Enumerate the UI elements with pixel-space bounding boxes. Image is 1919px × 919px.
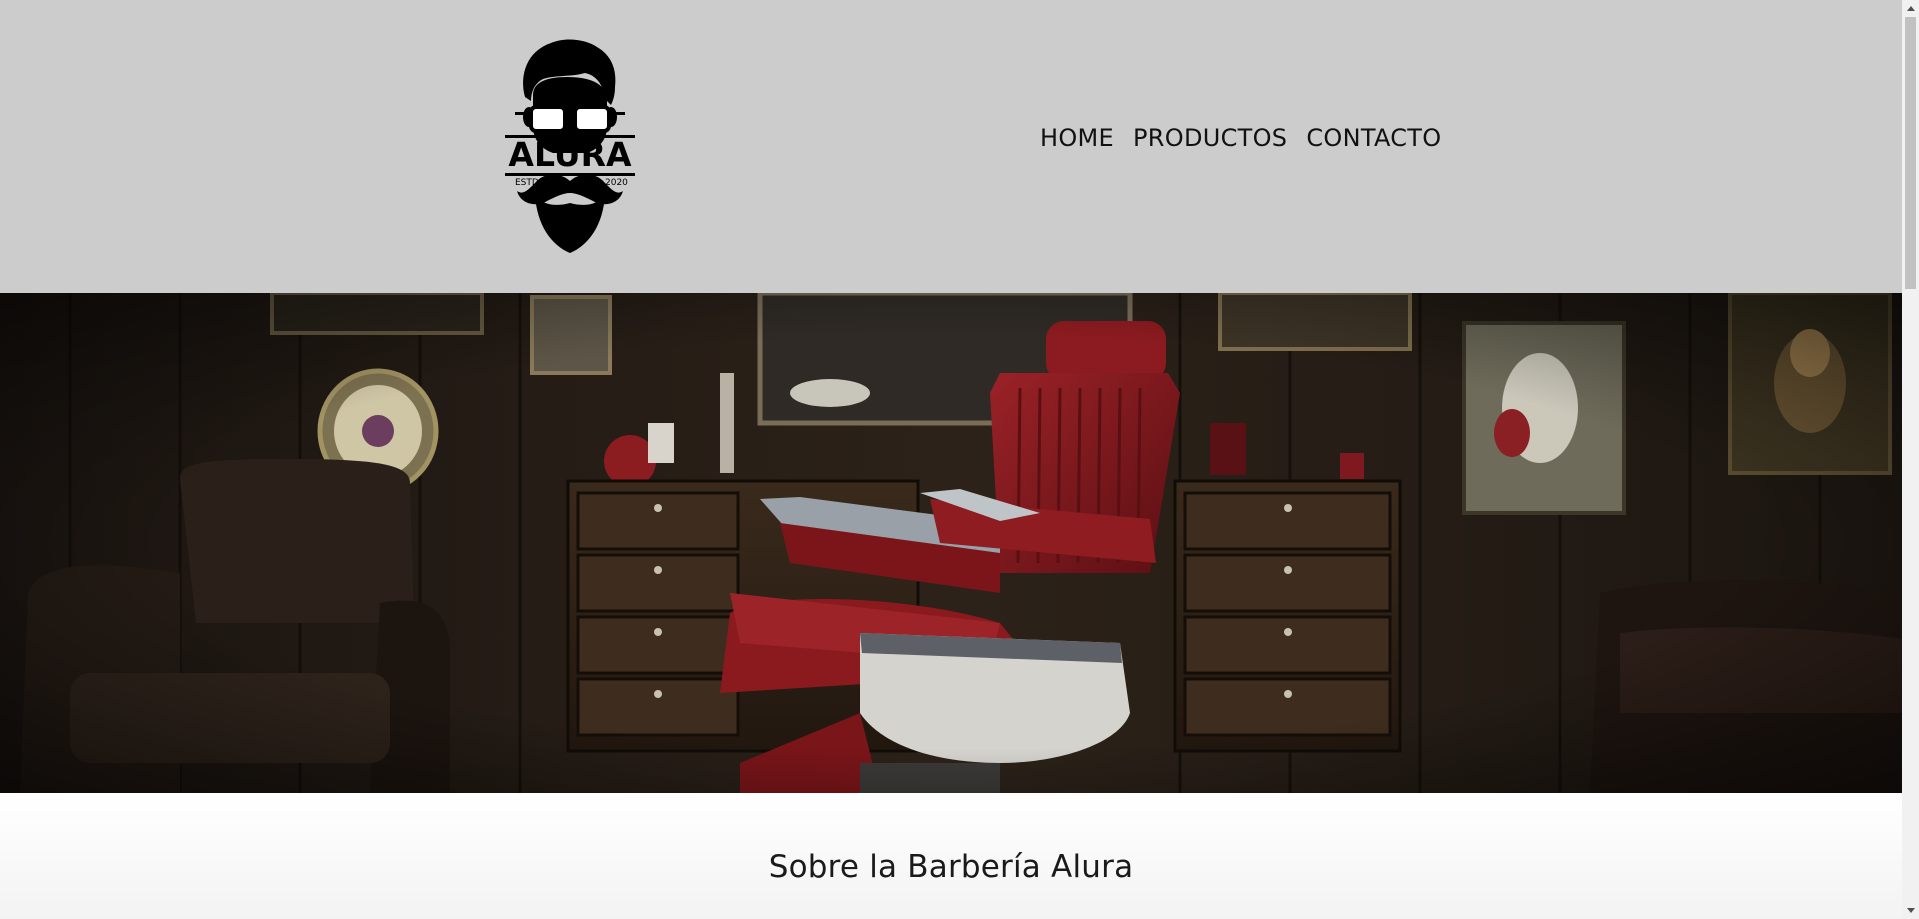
scrollbar-thumb[interactable] xyxy=(1905,17,1916,289)
about-section: Sobre la Barbería Alura xyxy=(0,793,1902,919)
nav-productos-link[interactable]: PRODUCTOS xyxy=(1133,124,1287,152)
nav-home-link[interactable]: HOME xyxy=(1040,124,1114,152)
alura-logo[interactable]: ALURA ESTD 2020 xyxy=(505,35,635,257)
scroll-down-arrow-icon[interactable] xyxy=(1902,902,1919,919)
scroll-up-arrow-icon[interactable] xyxy=(1902,0,1919,17)
about-title: Sobre la Barbería Alura xyxy=(768,849,1134,885)
logo-year: 2020 xyxy=(605,178,628,188)
barbershop-hero-image xyxy=(0,293,1902,793)
page: ALURA ESTD 2020 HOME PRODUCTOS CONTACTO xyxy=(0,0,1902,919)
page-scrollbar[interactable] xyxy=(1902,0,1919,919)
nav-contacto-link[interactable]: CONTACTO xyxy=(1306,124,1441,152)
site-header: ALURA ESTD 2020 HOME PRODUCTOS CONTACTO xyxy=(0,0,1902,293)
bearded-man-with-glasses-icon: ALURA ESTD 2020 xyxy=(505,39,635,253)
logo-estd: ESTD xyxy=(515,178,539,188)
hero-banner xyxy=(0,293,1902,793)
main-nav: HOME PRODUCTOS CONTACTO xyxy=(1040,124,1441,152)
logo-brand: ALURA xyxy=(508,135,632,174)
